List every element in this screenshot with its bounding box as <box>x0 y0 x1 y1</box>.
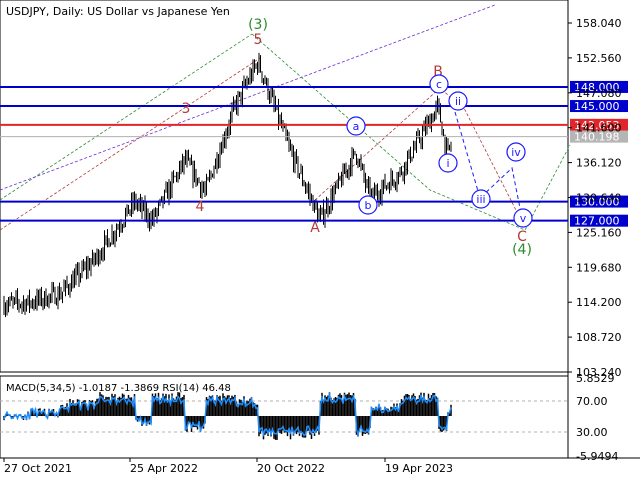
y-tick-label: 114.200 <box>576 296 622 309</box>
wave-label: (4) <box>512 242 532 258</box>
wave-label: A <box>310 220 320 236</box>
wave-label: i <box>446 157 449 170</box>
indicator-tick-label: 30.00 <box>576 426 608 439</box>
wave-label: (3) <box>248 17 268 33</box>
usdjpy-chart[interactable]: USDJPY, Daily: US Dollar vs Japanese Yen… <box>0 0 640 480</box>
wave-label: c <box>436 78 442 91</box>
indicator-tick-label: 70.00 <box>576 395 608 408</box>
y-tick-label: 119.680 <box>576 261 622 274</box>
wave-label: b <box>365 199 372 212</box>
wave-label: v <box>520 212 527 225</box>
wave-label: ii <box>455 95 461 108</box>
x-tick-label: 19 Apr 2023 <box>385 462 453 475</box>
chart-title: USDJPY, Daily: US Dollar vs Japanese Yen <box>6 5 230 18</box>
y-tick-label: 147.080 <box>576 87 622 100</box>
y-tick-label: 125.160 <box>576 226 622 239</box>
level-tag-label: 145.000 <box>574 100 620 113</box>
y-tick-label: 108.720 <box>576 331 622 344</box>
x-tick-label: 20 Oct 2022 <box>257 462 325 475</box>
time-axis: 27 Oct 2021 25 Apr 2022 20 Oct 2022 19 Apr … <box>3 458 453 475</box>
y-tick-label: 136.120 <box>576 157 622 170</box>
main-pane <box>0 0 569 373</box>
wave-label: iv <box>511 146 521 159</box>
x-tick-label: 25 Apr 2022 <box>130 462 198 475</box>
indicator-tick-label: 5.8529 <box>576 372 615 385</box>
indicator-title: MACD(5,34,5) -1.0187 -1.3869 RSI(14) 46.… <box>6 383 231 394</box>
y-tick-label: 152.560 <box>576 52 622 65</box>
wave-label: 5 <box>254 32 263 48</box>
y-tick-label: 141.600 <box>576 122 622 135</box>
wave-label: 3 <box>182 101 191 117</box>
x-tick-label: 27 Oct 2021 <box>4 462 72 475</box>
wave-label: 4 <box>196 199 205 215</box>
y-tick-label: 130.640 <box>576 192 622 205</box>
wave-label: iii <box>476 193 485 206</box>
chart-root: USDJPY, Daily: US Dollar vs Japanese Yen… <box>0 0 640 480</box>
wave-label: a <box>353 120 360 133</box>
price-axis: 158.040 152.560 147.080 141.600 136.120 130.6… <box>568 17 622 379</box>
indicator-tick-label: -5.9494 <box>576 450 618 463</box>
y-tick-label: 158.040 <box>576 17 622 30</box>
